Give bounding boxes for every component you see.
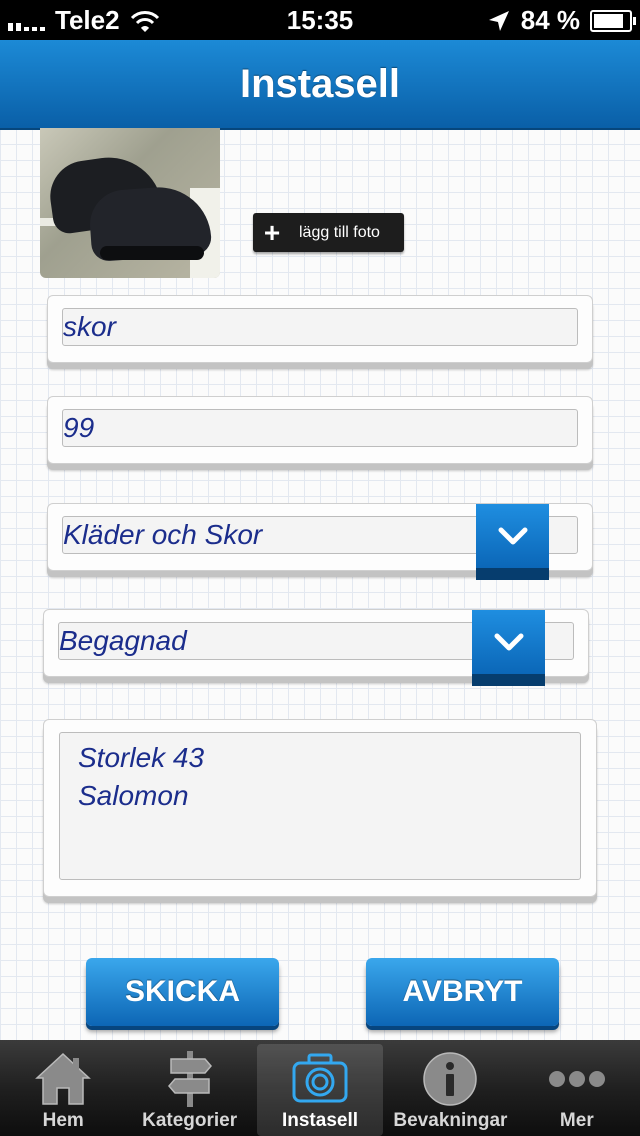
chevron-down-icon: [498, 527, 527, 545]
price-card: 99: [47, 396, 593, 464]
tab-label: Kategorier: [142, 1110, 238, 1131]
category-value: Kläder och Skor: [63, 519, 263, 550]
price-input[interactable]: 99: [62, 409, 578, 447]
battery-icon: [590, 9, 636, 32]
chevron-down-icon: [494, 633, 523, 651]
tab-label: Mer: [559, 1110, 594, 1131]
signpost-icon: [165, 1048, 215, 1110]
condition-dropdown-button[interactable]: [472, 610, 545, 686]
plus-icon: +: [263, 217, 281, 248]
category-dropdown-button[interactable]: [476, 504, 549, 580]
cancel-button[interactable]: AVBRYT: [366, 958, 559, 1026]
tab-label: Instasell: [281, 1110, 359, 1131]
add-photo-button[interactable]: + lägg till foto: [253, 213, 404, 252]
tab-home[interactable]: Hem: [0, 1040, 126, 1136]
info-icon: [421, 1048, 479, 1110]
more-icon: [547, 1048, 607, 1110]
home-icon: [33, 1048, 93, 1110]
submit-button[interactable]: SKICKA: [86, 958, 279, 1026]
nav-bar: Instasell: [0, 40, 640, 130]
condition-card: Begagnad: [43, 609, 589, 686]
description-textarea[interactable]: Storlek 43 Salomon: [59, 732, 581, 880]
tab-label: Bevakningar: [393, 1110, 508, 1131]
camera-icon: [291, 1048, 349, 1110]
battery-fill: [594, 13, 623, 28]
tab-more[interactable]: Mer: [514, 1040, 640, 1136]
tab-bar: Hem Kategorier Instasell Bevakningar Mer: [0, 1040, 640, 1136]
battery-percent: 84 %: [520, 5, 580, 35]
tab-watchlist[interactable]: Bevakningar: [387, 1040, 513, 1136]
price-value: 99: [63, 412, 95, 443]
status-right: 84 %: [487, 5, 636, 36]
title-card: skor: [47, 295, 593, 363]
category-card: Kläder och Skor: [47, 503, 593, 580]
description-card: Storlek 43 Salomon: [43, 719, 597, 897]
condition-value: Begagnad: [59, 625, 187, 656]
title-input[interactable]: skor: [62, 308, 578, 346]
add-photo-label: lägg till foto: [299, 223, 380, 241]
title-value: skor: [63, 311, 116, 342]
tab-instasell[interactable]: Instasell: [256, 1044, 384, 1136]
photo-thumbnail[interactable]: [40, 128, 220, 278]
page-title: Instasell: [239, 61, 401, 106]
status-bar: Tele2 15:35 84 %: [0, 0, 640, 40]
tab-categories[interactable]: Kategorier: [126, 1040, 252, 1136]
photo-sole: [100, 246, 204, 260]
location-arrow-icon: [488, 10, 509, 31]
tab-label: Hem: [42, 1110, 84, 1131]
